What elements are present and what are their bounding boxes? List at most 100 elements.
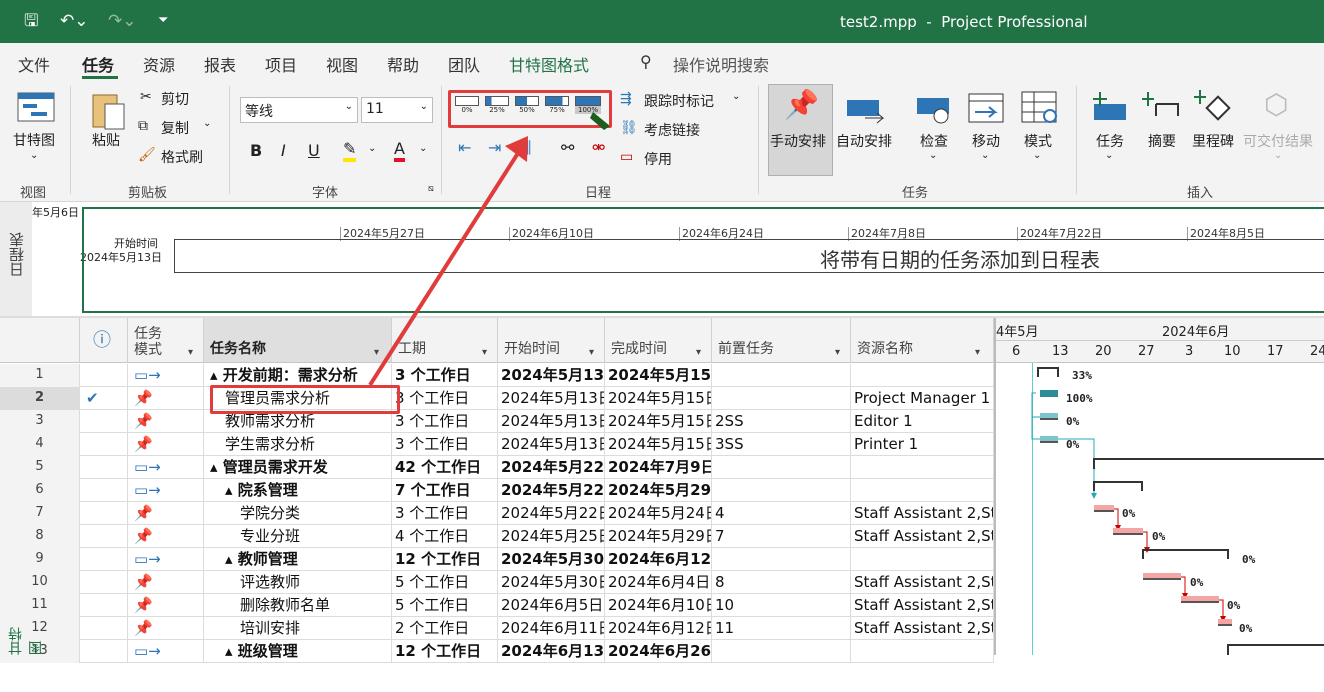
summary-icon[interactable] — [1142, 90, 1182, 126]
header-start[interactable]: 开始时间 ▾ — [498, 318, 605, 363]
header-resource-names[interactable]: 资源名称 ▾ — [851, 318, 994, 363]
finish-cell[interactable]: 2024年5月15日 — [605, 364, 712, 387]
gantt-chart-icon[interactable] — [17, 92, 55, 122]
highlight-color-icon[interactable]: ✎ — [343, 139, 357, 162]
resource-cell[interactable] — [851, 640, 994, 663]
table-row[interactable]: 10 📌 评选教师 5 个工作日 2024年5月30日 2024年6月4日 8 Staff A… — [0, 571, 994, 594]
duration-cell[interactable]: 5 个工作日 — [392, 594, 498, 617]
task-name-cell[interactable]: 评选教师 — [204, 571, 392, 594]
split-task-icon[interactable]: ⫼ — [524, 138, 531, 158]
auto-schedule-icon[interactable]: ▭→ — [128, 456, 204, 479]
auto-schedule-icon[interactable]: ▭→ — [128, 640, 204, 663]
indicator-cell[interactable] — [80, 502, 128, 525]
task-name-cell[interactable]: ▴ 班级管理 — [204, 640, 392, 663]
mode-icon[interactable] — [1020, 90, 1060, 126]
auto-schedule-icon[interactable]: ▭→ — [128, 548, 204, 571]
save-icon[interactable]: 🖫 — [24, 11, 38, 31]
finish-cell[interactable]: 2024年5月15日 — [605, 433, 712, 456]
table-row[interactable]: 11 📌 删除教师名单 5 个工作日 2024年6月5日 2024年6月10日 10 Staf… — [0, 594, 994, 617]
mode-button[interactable]: 模式 — [1024, 131, 1052, 151]
table-row[interactable]: 3 📌 教师需求分析 3 个工作日 2024年5月13日 2024年5月15日 2SS Edi… — [0, 410, 994, 433]
manual-pin-icon[interactable]: 📌 — [128, 525, 204, 548]
start-cell[interactable]: 2024年5月13日 — [498, 364, 605, 387]
milestone-icon[interactable] — [1194, 88, 1234, 126]
pct-50-button[interactable]: 50% — [515, 96, 539, 114]
duration-cell[interactable]: 12 个工作日 — [392, 548, 498, 571]
duration-cell[interactable]: 3 个工作日 — [392, 410, 498, 433]
pct-0-button[interactable]: 0% — [455, 96, 479, 114]
dialog-launcher-icon[interactable]: ⧅ — [428, 184, 434, 194]
indicator-cell[interactable] — [80, 364, 128, 387]
inactivate-icon[interactable]: ▭ — [620, 149, 633, 165]
pct-100-button[interactable]: 100% — [575, 96, 601, 114]
timeline-box[interactable]: 2024年5月27日 2024年6月10日 2024年6月24日 2024年7月… — [82, 207, 1324, 313]
table-row[interactable]: 5 ▭→▴ 管理员需求开发42 个工作日2024年5月22日2024年7月9日 — [0, 456, 994, 479]
start-cell[interactable]: 2024年6月5日 — [498, 594, 605, 617]
predecessors-cell[interactable]: 8 — [712, 571, 851, 594]
resource-cell[interactable]: Staff Assistant 2,Staff — [851, 594, 994, 617]
duration-cell[interactable]: 12 个工作日 — [392, 640, 498, 663]
customize-quick-access-icon[interactable]: ⏷ — [158, 11, 168, 31]
manual-pin-icon[interactable]: 📌 — [128, 502, 204, 525]
predecessors-cell[interactable] — [712, 364, 851, 387]
resource-cell[interactable]: Staff Assistant 2,Staff — [851, 617, 994, 640]
table-row[interactable]: 9 ▭→▴ 教师管理12 个工作日2024年5月30日2024年6月12日 — [0, 548, 994, 571]
start-cell[interactable]: 2024年5月25日 — [498, 525, 605, 548]
start-cell[interactable]: 2024年6月11日 — [498, 617, 605, 640]
italic-button[interactable]: I — [281, 141, 286, 160]
resource-cell[interactable] — [851, 548, 994, 571]
task-name-cell[interactable]: ▴ 院系管理 — [204, 479, 392, 502]
predecessors-cell[interactable] — [712, 456, 851, 479]
tab-task[interactable]: 任务 — [82, 52, 114, 76]
indicator-cell[interactable] — [80, 456, 128, 479]
indicator-cell[interactable] — [80, 571, 128, 594]
manual-pin-icon[interactable]: 📌 — [128, 410, 204, 433]
chevron-down-icon[interactable]: ⌄ — [1033, 150, 1041, 161]
table-row[interactable]: 1 ▭→▴ 开发前期：需求分析3 个工作日2024年5月13日2024年5月15日 — [0, 364, 994, 387]
tab-file[interactable]: 文件 — [18, 52, 50, 76]
chevron-down-icon[interactable]: ⌄ — [732, 91, 740, 102]
duration-cell[interactable]: 3 个工作日 — [392, 502, 498, 525]
summary-button[interactable]: 摘要 — [1148, 131, 1176, 151]
redo-icon[interactable]: ↷⌄ — [108, 11, 137, 31]
table-row[interactable]: 8 📌 专业分班 4 个工作日 2024年5月25日 2024年5月29日 7 Staff A… — [0, 525, 994, 548]
manual-pin-icon[interactable]: 📌 — [128, 594, 204, 617]
table-row[interactable]: 6 ▭→▴ 院系管理7 个工作日2024年5月22日2024年5月29日 — [0, 479, 994, 502]
format-painter-button[interactable]: 格式刷 — [161, 147, 203, 167]
finish-cell[interactable]: 2024年7月9日 — [605, 456, 712, 479]
mark-on-track-button[interactable]: 跟踪时标记 — [644, 91, 714, 111]
tab-gantt-format[interactable]: 甘特图格式 — [509, 52, 589, 76]
start-cell[interactable]: 2024年5月13日 — [498, 387, 605, 410]
header-indicators[interactable]: ⓘ — [80, 318, 128, 363]
indicator-cell[interactable] — [80, 479, 128, 502]
deliverable-button[interactable]: 可交付结果 — [1243, 131, 1313, 151]
table-row[interactable]: 4 📌 学生需求分析 3 个工作日 2024年5月13日 2024年5月15日 3SS Pri… — [0, 433, 994, 456]
indicator-cell[interactable] — [80, 548, 128, 571]
milestone-button[interactable]: 里程碑 — [1192, 131, 1234, 151]
finish-cell[interactable]: 2024年5月29日 — [605, 479, 712, 502]
finish-cell[interactable]: 2024年5月15日 — [605, 387, 712, 410]
header-duration[interactable]: 工期 ▾ — [392, 318, 498, 363]
resource-cell[interactable]: Staff Assistant 2,Staff — [851, 571, 994, 594]
font-color-button[interactable]: A — [394, 139, 405, 162]
move-button[interactable]: 移动 — [972, 131, 1000, 151]
tab-help[interactable]: 帮助 — [387, 52, 419, 76]
start-cell[interactable]: 2024年5月22日 — [498, 479, 605, 502]
scissors-icon[interactable]: ✂ — [140, 89, 152, 105]
cut-button[interactable]: 剪切 — [161, 89, 189, 109]
respect-links-icon[interactable]: ⛓ — [620, 120, 638, 136]
resource-cell[interactable] — [851, 364, 994, 387]
start-cell[interactable]: 2024年6月13日 — [498, 640, 605, 663]
unlink-tasks-icon[interactable]: ⚮ — [592, 138, 605, 157]
paste-button[interactable]: 粘贴 — [92, 130, 120, 150]
search-icon[interactable]: ⚲ — [640, 52, 652, 71]
indicator-cell[interactable] — [80, 617, 128, 640]
resource-cell[interactable]: Printer 1 — [851, 433, 994, 456]
finish-cell[interactable]: 2024年6月10日 — [605, 594, 712, 617]
auto-schedule-button[interactable]: 自动安排 — [836, 131, 892, 151]
inactivate-button[interactable]: 停用 — [644, 149, 672, 169]
chevron-down-icon[interactable]: ⌄ — [203, 118, 211, 129]
gantt-chart[interactable]: 4年5月 2024年6月 6 13 20 27 3 10 17 24 33% 1… — [994, 318, 1324, 655]
predecessors-cell[interactable]: 2SS — [712, 410, 851, 433]
insert-task-button[interactable]: 任务 — [1096, 131, 1124, 151]
